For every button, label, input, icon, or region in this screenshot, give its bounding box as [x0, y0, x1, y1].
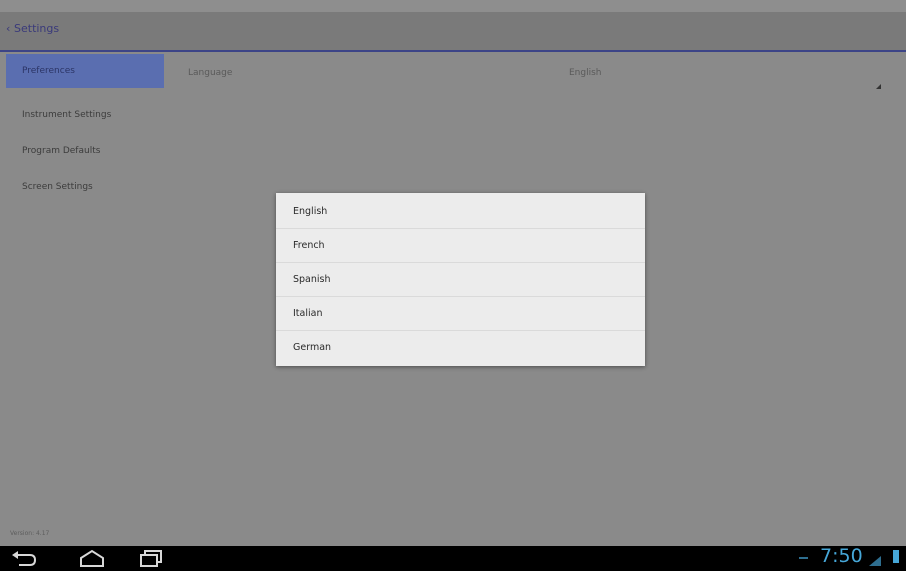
recent-apps-icon[interactable]	[138, 549, 164, 571]
action-bar: ‹ Settings	[0, 12, 906, 52]
language-preference-row[interactable]: Language English	[164, 52, 906, 102]
sidebar-item-program-defaults[interactable]: Program Defaults	[6, 134, 164, 168]
sidebar-item-label: Instrument Settings	[22, 110, 112, 120]
app-title[interactable]: Settings	[14, 22, 59, 35]
sidebar-item-screen-settings[interactable]: Screen Settings	[6, 170, 164, 204]
sidebar-item-instrument-settings[interactable]: Instrument Settings	[6, 98, 164, 132]
language-label: Language	[188, 68, 233, 78]
language-picker-dialog: English French Spanish Italian German	[276, 193, 645, 366]
wifi-icon	[868, 552, 882, 571]
sidebar-item-label: Screen Settings	[22, 182, 93, 192]
android-screen: ‹ Settings Preferences Instrument Settin…	[0, 0, 906, 569]
language-option-german[interactable]: German	[276, 331, 645, 365]
language-option-spanish[interactable]: Spanish	[276, 263, 645, 297]
home-icon[interactable]	[78, 549, 106, 571]
up-caret-icon[interactable]: ‹	[6, 22, 10, 35]
sidebar-item-label: Program Defaults	[22, 146, 101, 156]
version-label: Version: 4.17	[10, 530, 50, 537]
language-option-english[interactable]: English	[276, 195, 645, 229]
settings-sidebar: Preferences Instrument Settings Program …	[0, 52, 164, 546]
language-option-italian[interactable]: Italian	[276, 297, 645, 331]
battery-icon	[893, 550, 899, 563]
status-strip	[0, 0, 906, 12]
sidebar-item-preferences[interactable]: Preferences	[6, 54, 164, 88]
language-option-french[interactable]: French	[276, 229, 645, 263]
system-navigation-bar: 7:50	[0, 545, 906, 571]
spinner-corner-icon	[876, 84, 881, 89]
language-value: English	[569, 68, 602, 78]
settings-app: ‹ Settings Preferences Instrument Settin…	[0, 0, 906, 546]
notification-icon	[799, 557, 808, 559]
back-icon[interactable]	[10, 549, 38, 571]
sidebar-item-label: Preferences	[22, 66, 75, 76]
status-clock: 7:50	[820, 545, 863, 567]
